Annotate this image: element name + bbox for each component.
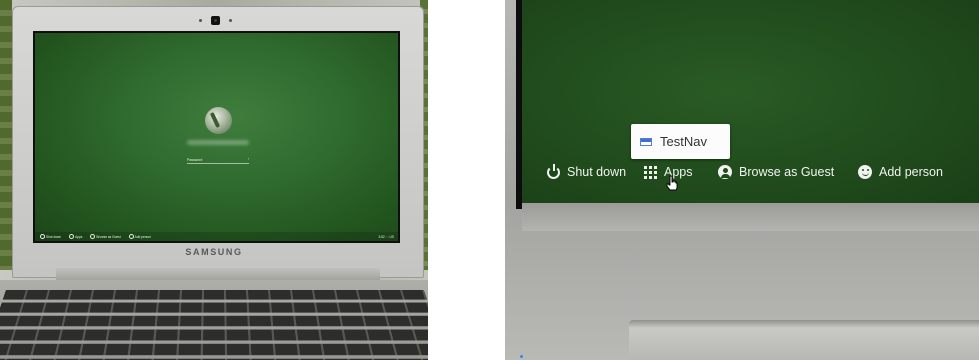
apps-button[interactable]: Apps (69, 234, 82, 239)
left-photo: Password › Shut down Apps Browse as Gues… (0, 0, 428, 360)
add-person-label: Add person (879, 165, 943, 179)
apps-label: Apps (75, 234, 83, 239)
guest-icon (90, 234, 96, 239)
apps-grid-icon (644, 165, 657, 179)
password-field[interactable]: Password › (187, 156, 249, 164)
password-placeholder: Password (187, 157, 203, 162)
user-name (187, 140, 249, 145)
add-person-button[interactable]: Add person (858, 165, 943, 179)
power-led (520, 355, 523, 358)
apps-grid-icon (69, 234, 75, 239)
testnav-icon (640, 137, 652, 146)
shutdown-button[interactable]: Shut down (547, 163, 627, 179)
sensor-dot (199, 19, 202, 22)
browse-guest-label: Browse as Guest (739, 165, 835, 179)
power-icon (547, 163, 560, 179)
login-shelf: Shut down Apps Browse as Guest Add perso… (522, 158, 979, 188)
add-person-icon (858, 165, 872, 179)
webcam-icon (211, 16, 220, 25)
shutdown-label: Shut down (567, 165, 627, 179)
browse-guest-button[interactable]: Browse as Guest (718, 165, 834, 179)
background-fence (0, 0, 12, 270)
shutdown-label: Shut down (46, 234, 62, 239)
login-screen-closeup: TestNav Shut down Apps Browse as Guest A… (522, 0, 979, 203)
guest-icon (718, 165, 732, 179)
submit-arrow-icon[interactable]: › (248, 157, 249, 161)
apps-popup-menu[interactable]: TestNav (631, 124, 730, 159)
browse-guest-button[interactable]: Browse as Guest (90, 234, 121, 239)
brand-logo: SAMSUNG (185, 247, 243, 257)
browse-guest-label: Browse as Guest (96, 234, 121, 239)
shutdown-button[interactable]: Shut down (40, 234, 61, 239)
login-shelf: Shut down Apps Browse as Guest Add perso… (35, 232, 398, 241)
add-person-label: Add person (134, 234, 151, 239)
sensor-dot (229, 19, 232, 22)
laptop-base-edge (629, 320, 979, 360)
add-person-button[interactable]: Add person (128, 234, 151, 239)
login-screen: Password › Shut down Apps Browse as Gues… (35, 33, 398, 241)
hand-cursor-icon (666, 175, 678, 191)
add-person-icon (128, 234, 134, 239)
testnav-app-item[interactable]: TestNav (660, 134, 707, 149)
avatar-icon[interactable] (205, 107, 232, 134)
power-icon (40, 234, 45, 239)
right-photo: TestNav Shut down Apps Browse as Guest A… (505, 0, 979, 360)
screen-bezel (522, 203, 979, 231)
keyboard (0, 290, 428, 360)
status-tray[interactable]: 3:52 ◦ ◦ US (378, 235, 394, 239)
